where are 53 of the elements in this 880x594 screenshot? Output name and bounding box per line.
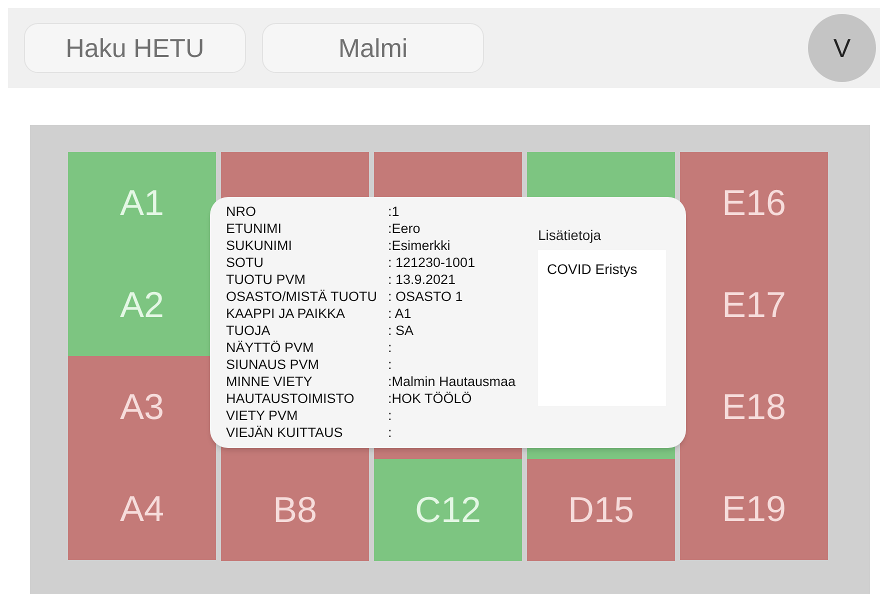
cabinet-cell[interactable]: E19	[680, 458, 828, 560]
cell-label: E16	[722, 181, 786, 225]
cell-label: C12	[414, 488, 482, 532]
field-value: : A1	[388, 306, 412, 320]
cabinet-cell[interactable]: C12	[374, 459, 522, 561]
field-label: SUKUNIMI	[226, 238, 294, 252]
field-value: : 13.9.2021	[388, 272, 456, 286]
field-value: :	[388, 408, 392, 422]
field-value: :1	[388, 204, 400, 218]
field-label: HAUTAUSTOIMISTO	[226, 392, 356, 406]
field-value: :HOK TÖÖLÖ	[388, 392, 472, 406]
field-label: MINNE VIETY	[226, 374, 314, 388]
notes-label: Lisätietoja	[538, 226, 602, 245]
cabinet-cell[interactable]: A3	[68, 356, 216, 458]
field-label: TUOTU PVM	[226, 272, 306, 286]
cabinet-cell[interactable]: E16	[680, 152, 828, 254]
cabinet-cell[interactable]: B8	[221, 459, 369, 561]
cell-label: E18	[722, 385, 786, 429]
cell-label: D15	[568, 488, 634, 532]
field-label: KAAPPI JA PAIKKA	[226, 306, 346, 320]
toolbar-button[interactable]: Haku HETU	[24, 23, 246, 73]
notes-field[interactable]: COVID Eristys	[538, 250, 666, 406]
cell-label: A4	[120, 487, 164, 531]
field-value: : 121230-1001	[388, 256, 476, 270]
field-value: : OSASTO 1	[388, 290, 463, 304]
cell-label: E19	[722, 487, 786, 531]
field-label: SIUNAUS PVM	[226, 358, 320, 372]
cabinet-cell[interactable]: A1	[68, 152, 216, 254]
field-label: TUOJA	[226, 324, 272, 338]
field-label: SOTU	[226, 256, 265, 270]
user-avatar[interactable]: V	[808, 14, 876, 82]
field-label: VIEJÄN KUITTAUS	[226, 426, 344, 440]
cabinet-cell[interactable]: E18	[680, 356, 828, 458]
field-value: :Malmin Hautausmaa	[388, 374, 516, 388]
field-value: :Eero	[388, 222, 420, 236]
cabinet-cell[interactable]: D15	[527, 459, 675, 561]
field-value: : SA	[388, 324, 414, 338]
field-value: :Esimerkki	[388, 238, 450, 252]
field-label: NÄYTTÖ PVM	[226, 340, 315, 354]
cell-label: A2	[120, 283, 164, 327]
cell-label: A3	[120, 385, 164, 429]
cell-label: B8	[272, 488, 318, 532]
cell-label: E17	[722, 283, 786, 327]
field-label: ETUNIMI	[226, 222, 282, 236]
cabinet-cell[interactable]: A4	[68, 458, 216, 560]
field-value: :	[388, 426, 392, 440]
toolbar-button[interactable]: Malmi	[262, 23, 484, 73]
field-value: :	[388, 358, 392, 372]
field-label: OSASTO/MISTÄ TUOTU	[226, 290, 378, 304]
field-value: :	[388, 340, 392, 354]
field-label: NRO	[226, 204, 257, 218]
field-label: VIETY PVM	[226, 408, 299, 422]
cell-label: A1	[120, 181, 164, 225]
